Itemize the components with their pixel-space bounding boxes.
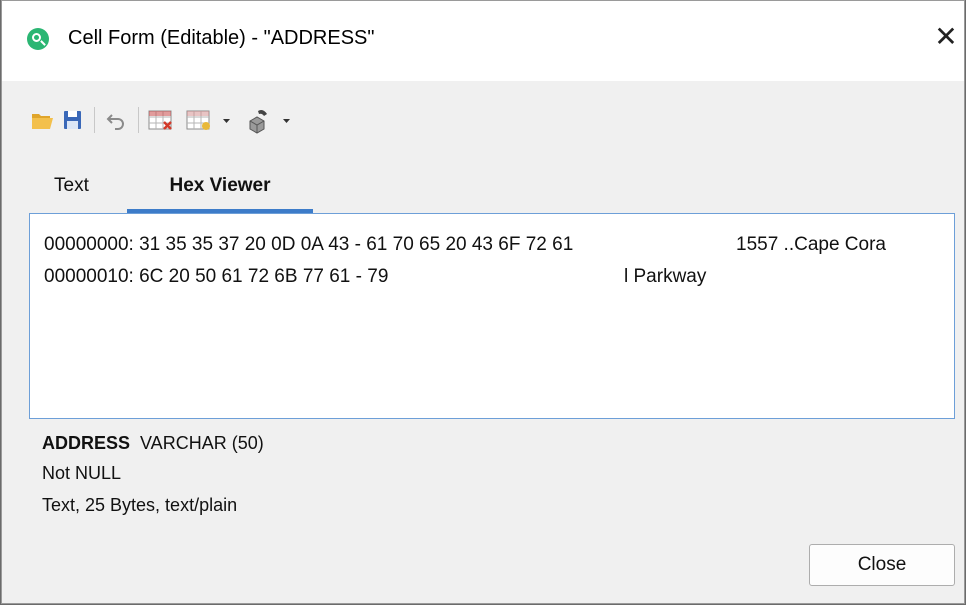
content-details: Text, 25 Bytes, text/plain — [42, 495, 238, 515]
column-name: ADDRESS — [42, 433, 131, 453]
grid-options-icon[interactable] — [184, 105, 214, 135]
window-title: Cell Form (Editable) - "ADDRESS" — [68, 27, 375, 49]
close-button[interactable]: Close — [809, 544, 955, 586]
column-type: VARCHAR (50) — [140, 433, 264, 453]
hex-bytes-line: 00000010: 6C 20 50 61 72 6B 77 61 - 79 — [44, 266, 389, 287]
open-folder-icon[interactable] — [30, 105, 56, 135]
clear-grid-icon[interactable] — [146, 105, 176, 135]
toolbar-separator — [94, 107, 95, 133]
cell-form-window: Cell Form (Editable) - "ADDRESS" ✕ Text … — [1, 0, 965, 604]
hex-ascii-line: 1557 ..Cape Cora — [736, 234, 886, 255]
hex-viewer-pane[interactable]: 00000000: 31 35 35 37 20 0D 0A 43 - 61 7… — [29, 213, 955, 419]
title-bar: Cell Form (Editable) - "ADDRESS" ✕ — [2, 1, 964, 81]
close-icon[interactable]: ✕ — [928, 19, 964, 55]
undo-icon[interactable] — [104, 105, 130, 135]
toolbar-separator — [138, 107, 139, 133]
toolbar — [30, 105, 410, 135]
hex-bytes-line: 00000000: 31 35 35 37 20 0D 0A 43 - 61 7… — [44, 234, 574, 255]
dropdown-arrow-icon[interactable] — [220, 105, 234, 135]
nullability-text: Not NULL — [42, 463, 122, 483]
save-icon[interactable] — [60, 105, 86, 135]
app-icon — [27, 28, 49, 50]
hex-ascii-line: l Parkway — [624, 266, 707, 287]
tab-hex-viewer[interactable]: Hex Viewer — [127, 165, 313, 213]
dropdown-arrow-icon[interactable] — [280, 105, 294, 135]
encoding-icon[interactable] — [244, 105, 274, 135]
tab-text[interactable]: Text — [54, 165, 89, 213]
column-info: ADDRESS VARCHAR (50) — [42, 433, 264, 454]
